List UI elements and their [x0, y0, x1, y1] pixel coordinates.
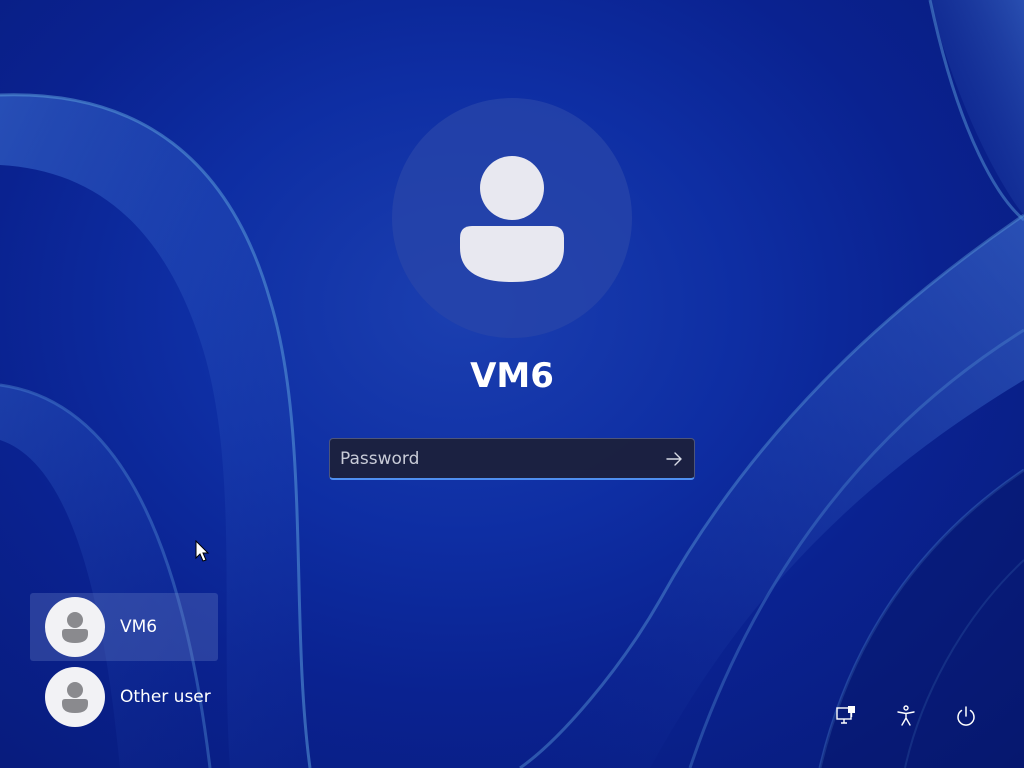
user-silhouette-icon — [62, 612, 88, 643]
account-name: VM6 — [470, 356, 554, 396]
user-name: VM6 — [120, 617, 158, 637]
power-icon — [957, 706, 975, 726]
user-item-other-user[interactable]: Other user — [30, 663, 218, 731]
user-avatar — [45, 597, 105, 657]
user-name: Other user — [120, 687, 211, 707]
mouse-cursor-icon — [195, 540, 210, 562]
user-item-vm6[interactable]: VM6 — [30, 593, 218, 661]
accessibility-icon — [897, 705, 915, 726]
password-input[interactable] — [330, 439, 650, 479]
lock-screen: VM6 VM6 Other user — [0, 0, 1024, 768]
system-tray — [830, 700, 982, 732]
submit-arrow-button[interactable] — [660, 445, 688, 473]
user-avatar-large — [392, 98, 632, 338]
power-button[interactable] — [950, 700, 982, 732]
password-field-container — [329, 438, 695, 480]
network-button[interactable] — [830, 700, 862, 732]
network-icon — [836, 706, 855, 724]
user-avatar — [45, 667, 105, 727]
user-list: VM6 Other user — [30, 593, 218, 733]
accessibility-button[interactable] — [890, 700, 922, 732]
user-silhouette-icon — [62, 682, 88, 713]
arrow-right-icon — [666, 452, 682, 466]
user-silhouette-icon — [460, 156, 564, 282]
